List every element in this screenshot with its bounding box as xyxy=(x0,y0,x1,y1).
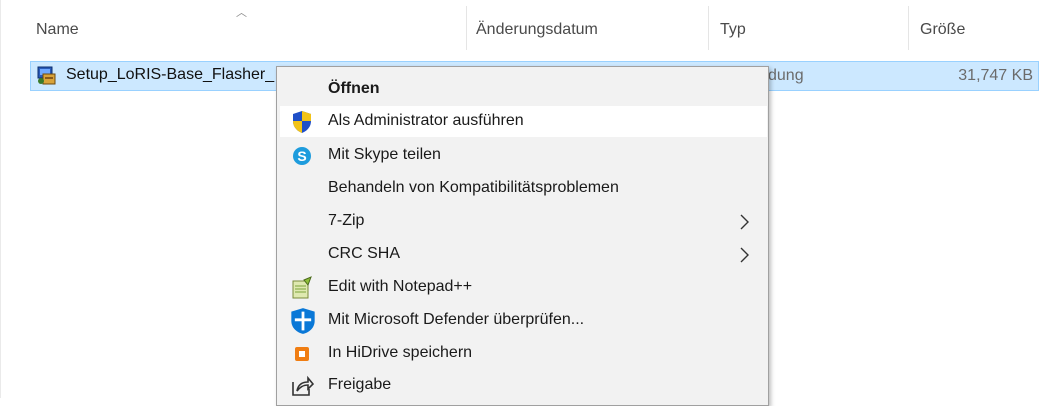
menu-item-label: CRC SHA xyxy=(328,245,401,262)
hidrive-icon xyxy=(295,347,309,361)
menu-item-label: 7-Zip xyxy=(328,212,365,229)
chevron-right-icon xyxy=(740,214,749,230)
menu-item-label: Öffnen xyxy=(328,80,380,97)
menu-item-defender-scan[interactable]: Mit Microsoft Defender überprüfen... xyxy=(277,305,768,336)
share-icon xyxy=(292,375,314,396)
menu-item-notepadpp[interactable]: Edit with Notepad++ xyxy=(277,272,768,303)
column-header-size[interactable]: Größe xyxy=(920,21,965,39)
notepadpp-icon xyxy=(292,276,312,299)
menu-item-label: In HiDrive speichern xyxy=(328,344,473,361)
sort-ascending-icon[interactable]: ︿ xyxy=(236,4,247,20)
defender-icon xyxy=(291,308,315,334)
column-header-date[interactable]: Änderungsdatum xyxy=(476,21,598,39)
file-type: dung xyxy=(768,67,804,84)
menu-item-label: Behandeln von Kompatibilitätsproblemen xyxy=(328,179,619,196)
svg-text:S: S xyxy=(297,148,306,164)
menu-item-run-as-admin[interactable]: Als Administrator ausführen xyxy=(280,106,767,137)
context-menu: Öffnen Als Administrator ausführen S Mit… xyxy=(276,66,769,406)
menu-item-skype-share[interactable]: S Mit Skype teilen xyxy=(277,140,768,171)
column-divider[interactable] xyxy=(908,6,909,50)
column-header-name[interactable]: Name xyxy=(36,21,79,39)
menu-item-troubleshoot-compat[interactable]: Behandeln von Kompatibilitätsproblemen xyxy=(277,173,768,204)
column-header-type[interactable]: Typ xyxy=(720,21,746,39)
menu-item-crc-sha[interactable]: CRC SHA xyxy=(277,239,768,270)
file-name[interactable]: Setup_LoRIS-Base_Flasher_ xyxy=(66,66,274,84)
menu-item-label: Mit Skype teilen xyxy=(328,146,441,163)
menu-item-label: Mit Microsoft Defender überprüfen... xyxy=(328,311,585,328)
column-divider[interactable] xyxy=(708,6,709,50)
uac-shield-icon xyxy=(293,111,311,133)
menu-item-share[interactable]: Freigabe xyxy=(277,370,768,401)
file-size: 31,747 KB xyxy=(958,67,1033,84)
menu-item-label: Freigabe xyxy=(328,376,392,393)
menu-item-open[interactable]: Öffnen xyxy=(277,74,768,105)
column-divider[interactable] xyxy=(466,6,467,50)
skype-icon: S xyxy=(293,147,311,165)
menu-item-hidrive[interactable]: In HiDrive speichern xyxy=(277,338,768,369)
menu-item-label: Edit with Notepad++ xyxy=(328,278,473,295)
column-header-bar: ︿ Name Änderungsdatum Typ Größe xyxy=(0,0,1039,62)
chevron-right-icon xyxy=(740,247,749,263)
installer-file-icon xyxy=(37,66,56,85)
menu-item-7zip[interactable]: 7-Zip xyxy=(277,206,768,237)
menu-item-label: Als Administrator ausführen xyxy=(328,112,524,129)
